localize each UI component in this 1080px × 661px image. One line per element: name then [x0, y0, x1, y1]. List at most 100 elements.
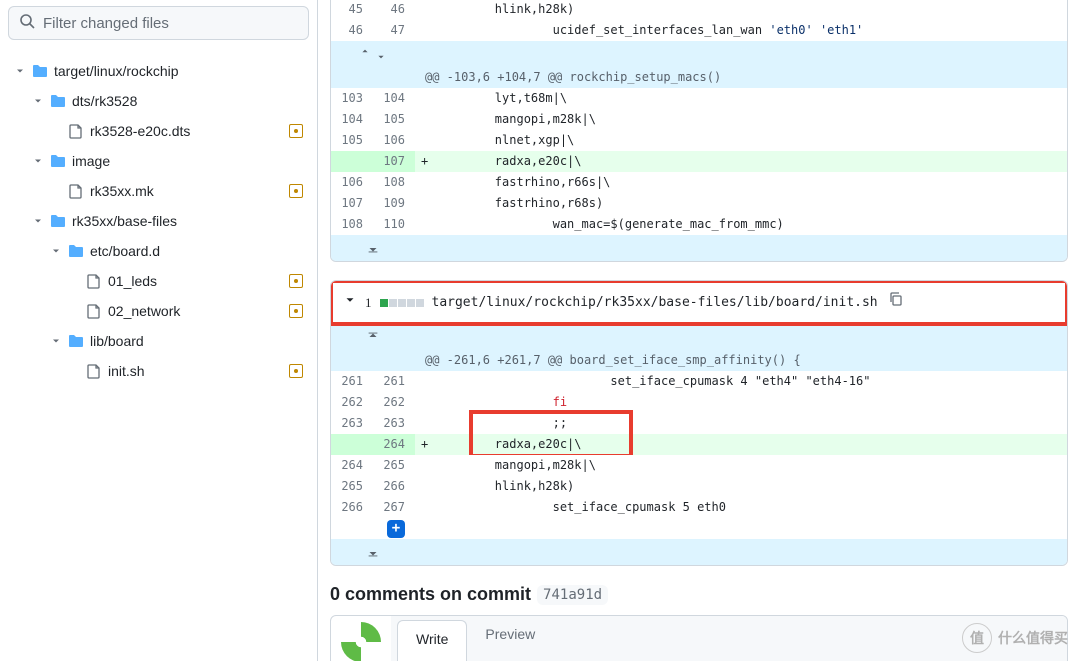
chevron-down-icon[interactable] [50, 244, 64, 258]
expand-down-button[interactable] [331, 235, 1067, 261]
line-num-old[interactable]: 266 [331, 497, 373, 539]
diffstat-additions: 1 [365, 292, 372, 313]
line-num-new[interactable]: 264 [373, 434, 415, 455]
line-num-new[interactable]: 107 [373, 151, 415, 172]
diff-line[interactable]: 4546 hlink,h28k) [331, 0, 1067, 20]
diff-line[interactable]: 106108 fastrhino,r66s|\ [331, 172, 1067, 193]
diff-line[interactable]: 108110 wan_mac=$(generate_mac_from_mmc) [331, 214, 1067, 235]
avatar[interactable] [341, 622, 381, 661]
tree-file-file-init-sh[interactable]: init.sh [8, 356, 309, 386]
file-header-init-sh[interactable]: 1 target/linux/rockchip/rk35xx/base-file… [331, 281, 1067, 324]
diff-file-init-sh: 1 target/linux/rockchip/rk35xx/base-file… [330, 280, 1068, 566]
line-num-old[interactable]: 107 [331, 193, 373, 214]
chevron-down-icon[interactable] [32, 94, 46, 108]
tree-file-file-rk3528-e20c-dts[interactable]: rk3528-e20c.dts [8, 116, 309, 146]
line-num-old[interactable]: 105 [331, 130, 373, 151]
diff-line[interactable]: 263263 ;; [331, 413, 1067, 434]
code-content: fastrhino,r68s) [415, 193, 1067, 214]
chevron-down-icon[interactable] [32, 154, 46, 168]
tab-write[interactable]: Write [397, 620, 467, 661]
filter-placeholder: Filter changed files [43, 15, 169, 32]
tree-label: dts/rk3528 [72, 93, 303, 109]
code-content: hlink,h28k) [415, 0, 1067, 20]
tree-dir-dir-image[interactable]: image [8, 146, 309, 176]
expand-both-button[interactable] [331, 41, 1067, 67]
tree-dir-dir-rk35xx-base-files[interactable]: rk35xx/base-files [8, 206, 309, 236]
line-num-new[interactable]: 105 [373, 109, 415, 130]
file-path[interactable]: target/linux/rockchip/rk35xx/base-files/… [432, 292, 878, 313]
diff-line[interactable]: 107109 fastrhino,r68s) [331, 193, 1067, 214]
copy-path-icon[interactable] [886, 289, 906, 315]
file-tree: target/linux/rockchip dts/rk3528 rk3528-e2… [8, 56, 309, 386]
modified-indicator-icon [289, 304, 303, 318]
tab-preview[interactable]: Preview [467, 616, 554, 661]
line-num-old[interactable] [331, 434, 373, 455]
expand-down-button[interactable] [331, 539, 1067, 565]
diff-line[interactable]: 4647 ucidef_set_interfaces_lan_wan 'eth0… [331, 20, 1067, 41]
diff-line[interactable]: 107+ radxa,e20c|\ [331, 151, 1067, 172]
code-content: mangopi,m28k|\ [415, 109, 1067, 130]
line-num-new[interactable]: 46 [373, 0, 415, 20]
chevron-down-icon[interactable] [50, 334, 64, 348]
line-num-new[interactable]: 261 [373, 371, 415, 392]
line-num-new[interactable]: 108 [373, 172, 415, 193]
line-num-new[interactable]: 263 [373, 413, 415, 434]
diff-line[interactable]: 105106 nlnet,xgp|\ [331, 130, 1067, 151]
folder-icon [50, 213, 66, 229]
chevron-down-icon[interactable] [343, 292, 357, 313]
diff-main: 4546 hlink,h28k)4647 ucidef_set_interfac… [318, 0, 1080, 661]
diff-line[interactable]: 103104 lyt,t68m|\ [331, 88, 1067, 109]
tree-label: rk35xx/base-files [72, 213, 303, 229]
file-icon [86, 273, 102, 289]
tree-file-file-02-network[interactable]: 02_network [8, 296, 309, 326]
line-num-old[interactable] [331, 151, 373, 172]
line-num-new[interactable]: 110 [373, 214, 415, 235]
line-num-old[interactable]: 263 [331, 413, 373, 434]
tree-dir-dir-lib-board[interactable]: lib/board [8, 326, 309, 356]
commit-sha[interactable]: 741a91d [537, 585, 608, 605]
line-num-old[interactable]: 265 [331, 476, 373, 497]
tree-label: rk3528-e20c.dts [90, 123, 289, 139]
diff-line[interactable]: 266267+ set_iface_cpumask 5 eth0 [331, 497, 1067, 539]
tree-file-file-01-leds[interactable]: 01_leds [8, 266, 309, 296]
diff-line[interactable]: 104105 mangopi,m28k|\ [331, 109, 1067, 130]
folder-icon [50, 93, 66, 109]
filter-changed-files-input[interactable]: Filter changed files [8, 6, 309, 40]
code-content: mangopi,m28k|\ [415, 455, 1067, 476]
line-num-new[interactable]: 267+ [373, 497, 415, 539]
line-num-old[interactable]: 106 [331, 172, 373, 193]
tree-label: target/linux/rockchip [54, 63, 303, 79]
line-num-old[interactable]: 262 [331, 392, 373, 413]
diff-line[interactable]: 262262 fi [331, 392, 1067, 413]
tree-dir-dir-target-linux-rockchip[interactable]: target/linux/rockchip [8, 56, 309, 86]
line-num-new[interactable]: 109 [373, 193, 415, 214]
add-comment-icon[interactable]: + [387, 520, 405, 538]
line-num-old[interactable]: 104 [331, 109, 373, 130]
comments-heading-text: 0 comments on commit [330, 584, 531, 605]
line-num-new[interactable]: 47 [373, 20, 415, 41]
expand-up-button[interactable] [331, 324, 1067, 350]
hunk-header: @@ -261,6 +261,7 @@ board_set_iface_smp_… [331, 350, 1067, 371]
line-num-new[interactable]: 106 [373, 130, 415, 151]
line-num-old[interactable]: 108 [331, 214, 373, 235]
line-num-old[interactable]: 46 [331, 20, 373, 41]
line-num-old[interactable]: 264 [331, 455, 373, 476]
diff-line[interactable]: 264+ radxa,e20c|\ [331, 434, 1067, 455]
chevron-down-icon[interactable] [32, 214, 46, 228]
line-num-old[interactable]: 261 [331, 371, 373, 392]
hunk-header: @@ -103,6 +104,7 @@ rockchip_setup_macs(… [331, 67, 1067, 88]
diff-line[interactable]: 265266 hlink,h28k) [331, 476, 1067, 497]
tree-dir-dir-etc-board-d[interactable]: etc/board.d [8, 236, 309, 266]
line-num-new[interactable]: 265 [373, 455, 415, 476]
tree-dir-dir-dts-rk3528[interactable]: dts/rk3528 [8, 86, 309, 116]
modified-indicator-icon [289, 274, 303, 288]
line-num-old[interactable]: 45 [331, 0, 373, 20]
diff-line[interactable]: 261261 set_iface_cpumask 4 "eth4" "eth4-… [331, 371, 1067, 392]
chevron-down-icon[interactable] [14, 64, 28, 78]
line-num-old[interactable]: 103 [331, 88, 373, 109]
line-num-new[interactable]: 104 [373, 88, 415, 109]
line-num-new[interactable]: 262 [373, 392, 415, 413]
diff-line[interactable]: 264265 mangopi,m28k|\ [331, 455, 1067, 476]
tree-file-file-rk35xx-mk[interactable]: rk35xx.mk [8, 176, 309, 206]
line-num-new[interactable]: 266 [373, 476, 415, 497]
